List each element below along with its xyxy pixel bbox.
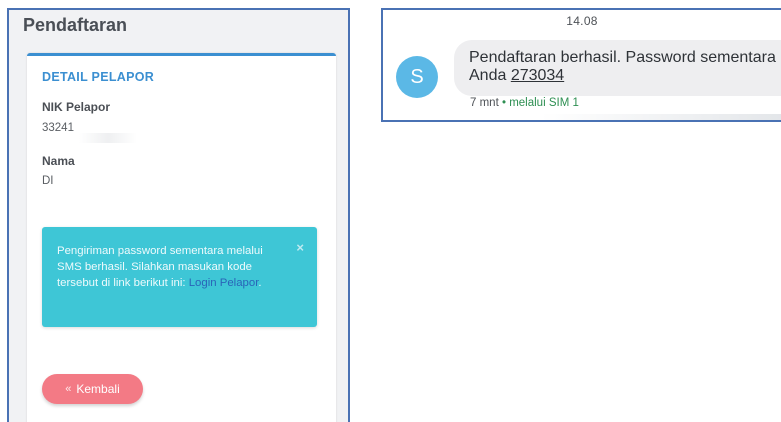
reporter-detail-card: DETAIL PELAPOR NIK Pelapor 33241 Nama DI… bbox=[27, 53, 336, 422]
back-button-label: Kembali bbox=[76, 382, 120, 396]
sms-separator: • bbox=[501, 97, 506, 109]
sms-message-text: Pendaftaran berhasil. Password sementara… bbox=[469, 49, 779, 85]
avatar-letter: S bbox=[410, 65, 424, 88]
sms-success-alert: Pengiriman password sementara melalui SM… bbox=[42, 227, 317, 327]
sms-panel: 14.08 S Pendaftaran berhasil. Password s… bbox=[381, 8, 781, 122]
registration-panel: Pendaftaran DETAIL PELAPOR NIK Pelapor 3… bbox=[7, 8, 350, 422]
nik-label: NIK Pelapor bbox=[42, 100, 111, 114]
double-chevron-left-icon: « bbox=[65, 383, 72, 395]
name-label: Nama bbox=[42, 154, 75, 168]
sms-password-code[interactable]: 273034 bbox=[511, 67, 564, 84]
back-button[interactable]: « Kembali bbox=[42, 374, 143, 404]
close-icon[interactable]: × bbox=[296, 240, 304, 255]
name-value: DI bbox=[42, 175, 54, 187]
sms-sim-label: melalui SIM 1 bbox=[509, 97, 579, 109]
sms-timestamp: 14.08 bbox=[566, 14, 598, 28]
alert-message: Pengiriman password sementara melalui SM… bbox=[57, 243, 287, 291]
alert-text-end: . bbox=[258, 277, 262, 289]
sender-avatar[interactable]: S bbox=[396, 56, 438, 98]
next-bubble-edge bbox=[541, 114, 781, 120]
card-header: DETAIL PELAPOR bbox=[42, 70, 155, 84]
nik-redaction bbox=[79, 133, 137, 143]
nik-value: 33241 bbox=[42, 122, 74, 134]
sms-meta: 7 mnt • melalui SIM 1 bbox=[470, 97, 579, 109]
sms-age: 7 mnt bbox=[470, 97, 499, 109]
login-pelapor-link[interactable]: Login Pelapor bbox=[189, 277, 259, 289]
sms-message-bubble[interactable]: Pendaftaran berhasil. Password sementara… bbox=[454, 40, 781, 96]
page-title: Pendaftaran bbox=[23, 15, 128, 35]
